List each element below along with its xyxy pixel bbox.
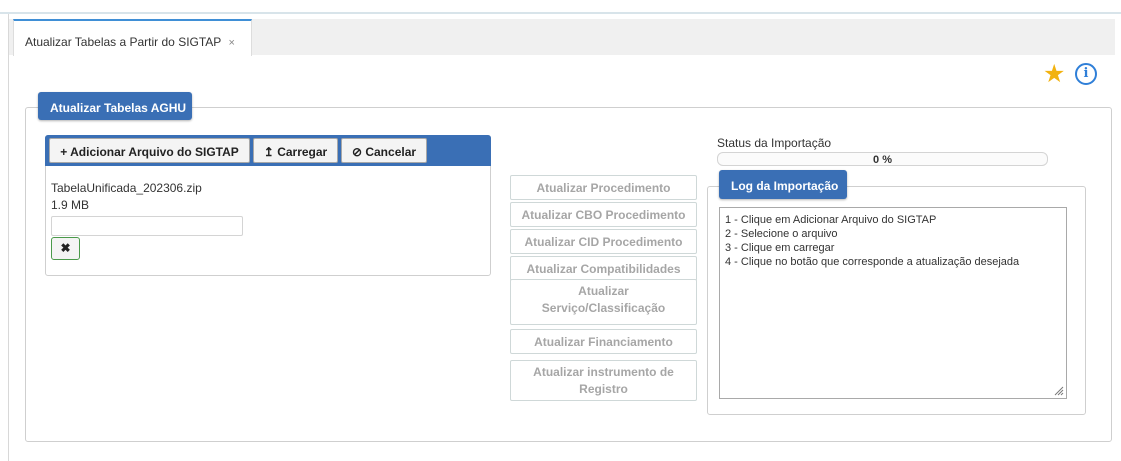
log-line: 4 - Clique no botão que corresponde a at… xyxy=(725,256,1020,268)
cancel-button[interactable]: ⊘ Cancelar xyxy=(341,138,427,163)
log-line: 1 - Clique em Adicionar Arquivo do SIGTA… xyxy=(725,214,937,226)
update-cid-procedimento-button[interactable]: Atualizar CID Procedimento xyxy=(510,229,697,254)
log-textarea[interactable]: 1 - Clique em Adicionar Arquivo do SIGTA… xyxy=(719,207,1067,399)
load-button[interactable]: ↥ Carregar xyxy=(253,138,338,163)
import-progress-text: 0 % xyxy=(873,154,892,166)
plus-icon: + xyxy=(60,145,68,159)
file-size: 1.9 MB xyxy=(51,198,90,212)
info-icon[interactable]: i xyxy=(1075,63,1097,85)
top-border xyxy=(0,12,1121,14)
update-procedimento-button[interactable]: Atualizar Procedimento xyxy=(510,175,697,200)
update-compatibilidades-button[interactable]: Atualizar Compatibilidades xyxy=(510,256,697,281)
upload-icon: ↥ xyxy=(263,145,274,159)
resize-handle-icon[interactable] xyxy=(1052,384,1064,396)
update-financiamento-button[interactable]: Atualizar Financiamento xyxy=(510,329,697,354)
tab-atualizar-tabelas[interactable]: Atualizar Tabelas a Partir do SIGTAP × xyxy=(13,19,252,56)
cancel-label: Cancelar xyxy=(365,145,417,159)
status-label: Status da Importação xyxy=(717,136,832,150)
log-line: 2 - Selecione o arquivo xyxy=(725,228,838,240)
add-file-button[interactable]: + Adicionar Arquivo do SIGTAP xyxy=(49,138,250,163)
update-cbo-procedimento-button[interactable]: Atualizar CBO Procedimento xyxy=(510,202,697,227)
load-label: Carregar xyxy=(277,145,328,159)
update-instrumento-registro-button[interactable]: Atualizar instrumento de Registro xyxy=(510,360,697,401)
main-panel-legend: Atualizar Tabelas AGHU xyxy=(38,92,192,120)
add-file-label: Adicionar Arquivo do SIGTAP xyxy=(70,145,239,159)
log-panel-legend: Log da Importação xyxy=(719,170,847,199)
star-icon[interactable]: ★ xyxy=(1043,62,1065,87)
file-progress-bar xyxy=(51,216,243,236)
tab-close-icon[interactable]: × xyxy=(228,37,234,49)
tab-label: Atualizar Tabelas a Partir do SIGTAP xyxy=(25,35,222,49)
log-line: 3 - Clique em carregar xyxy=(725,242,835,254)
update-servico-classificacao-button[interactable]: Atualizar Serviço/Classificação xyxy=(510,279,697,325)
left-border xyxy=(8,14,9,461)
remove-file-button[interactable]: ✖ xyxy=(51,237,80,260)
cancel-icon: ⊘ xyxy=(351,145,362,159)
file-name: TabelaUnificada_202306.zip xyxy=(51,181,202,195)
